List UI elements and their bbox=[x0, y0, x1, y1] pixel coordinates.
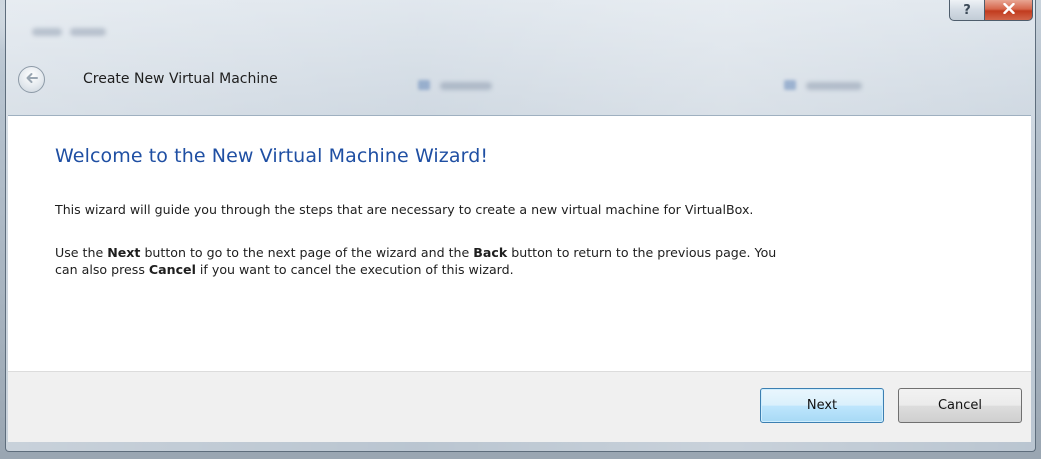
instructions-text-part: can also press bbox=[55, 262, 149, 277]
instructions-text-part: Use the bbox=[55, 245, 108, 260]
next-button[interactable]: Next bbox=[760, 388, 884, 423]
instructions-cancel-keyword: Cancel bbox=[148, 262, 196, 277]
instructions-back-keyword: Back bbox=[473, 245, 508, 260]
instructions-text: Use the Next button to go to the next pa… bbox=[55, 244, 1025, 278]
blurred-background-icon bbox=[784, 80, 796, 90]
blurred-background-text bbox=[806, 82, 862, 90]
close-button[interactable] bbox=[985, 0, 1033, 21]
blurred-background-text bbox=[32, 28, 62, 36]
blurred-background-text bbox=[440, 82, 492, 90]
window-title: Create New Virtual Machine bbox=[83, 71, 278, 87]
back-arrow-icon bbox=[24, 70, 40, 89]
instructions-text-part: if you want to cancel the execution of t… bbox=[195, 262, 514, 277]
blurred-background-icon bbox=[418, 80, 430, 90]
blurred-background-text bbox=[70, 28, 106, 36]
instructions-next-keyword: Next bbox=[107, 245, 141, 260]
back-button[interactable] bbox=[18, 66, 45, 93]
window-caption-buttons: ? bbox=[949, 0, 1033, 22]
cancel-button[interactable]: Cancel bbox=[898, 388, 1022, 423]
intro-text: This wizard will guide you through the s… bbox=[55, 202, 754, 217]
help-icon: ? bbox=[963, 2, 971, 18]
close-icon bbox=[1002, 2, 1015, 18]
instructions-text-part: button to go to the next page of the wiz… bbox=[140, 245, 474, 260]
help-button[interactable]: ? bbox=[949, 0, 985, 21]
instructions-text-part: button to return to the previous page. Y… bbox=[507, 245, 777, 260]
page-title: Welcome to the New Virtual Machine Wizar… bbox=[55, 145, 489, 167]
